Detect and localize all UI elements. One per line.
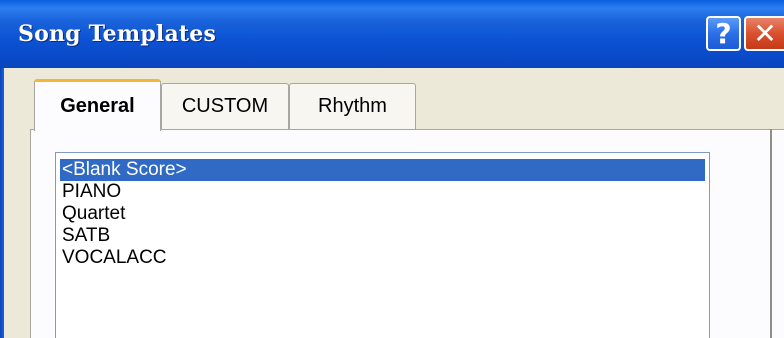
help-icon: ? bbox=[715, 17, 732, 50]
panel-edge bbox=[770, 129, 772, 338]
list-item-satb[interactable]: SATB bbox=[62, 225, 110, 247]
window-title: Song Templates bbox=[18, 21, 217, 47]
close-icon: ✕ bbox=[753, 17, 777, 50]
tab-rhythm-label: Rhythm bbox=[318, 95, 387, 117]
template-listbox[interactable]: <Blank Score> PIANO Quartet SATB VOCALAC… bbox=[55, 152, 710, 338]
list-item-quartet[interactable]: Quartet bbox=[62, 203, 125, 225]
window-border-left bbox=[0, 68, 4, 338]
tab-general[interactable]: General bbox=[34, 79, 161, 131]
list-item-blank-score[interactable]: <Blank Score> bbox=[60, 159, 705, 181]
tab-custom[interactable]: CUSTOM bbox=[161, 83, 289, 129]
tab-custom-label: CUSTOM bbox=[181, 95, 269, 117]
list-item-vocalacc[interactable]: VOCALACC bbox=[62, 247, 167, 269]
tab-general-label: General bbox=[60, 95, 135, 117]
help-button[interactable]: ? bbox=[706, 16, 741, 51]
song-templates-dialog: Song Templates ? ✕ General CUSTOM Rhythm… bbox=[0, 0, 784, 338]
title-bar[interactable]: Song Templates ? ✕ bbox=[0, 0, 784, 68]
tab-rhythm[interactable]: Rhythm bbox=[289, 83, 416, 129]
list-item-piano[interactable]: PIANO bbox=[62, 181, 121, 203]
close-button[interactable]: ✕ bbox=[744, 16, 784, 51]
